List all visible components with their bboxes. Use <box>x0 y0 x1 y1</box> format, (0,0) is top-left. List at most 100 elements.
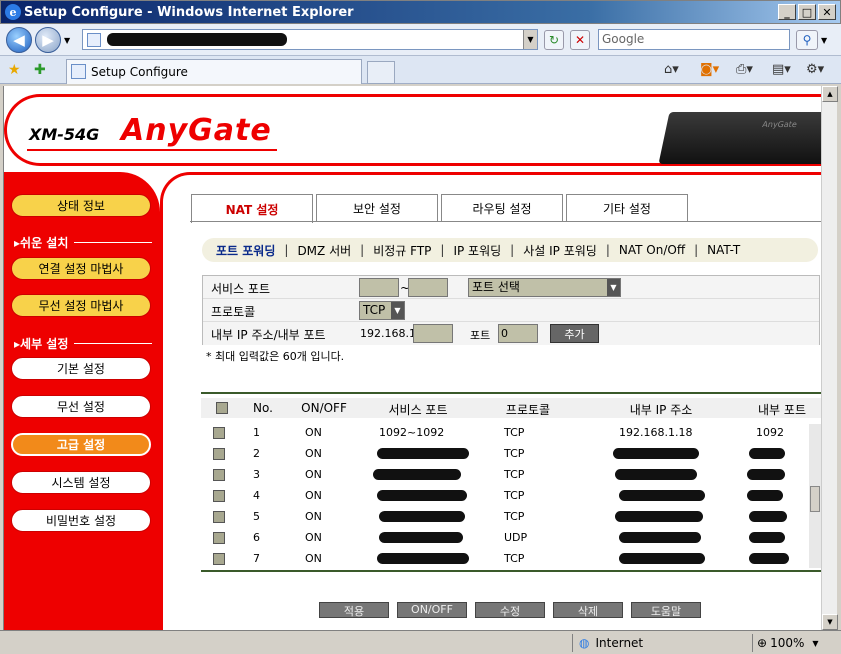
apply-button[interactable]: 적용 <box>319 602 389 618</box>
internal-port-input[interactable]: 0 <box>498 324 538 343</box>
row-checkbox[interactable] <box>213 532 225 544</box>
subnav-ftp[interactable]: 비정규 FTP <box>373 242 431 259</box>
address-dropdown-icon[interactable]: ▼ <box>523 30 537 49</box>
tab-routing[interactable]: 라우팅 설정 <box>441 194 563 221</box>
table-row[interactable]: 4 ON TCP <box>201 485 821 506</box>
table-row[interactable]: 3 ON TCP <box>201 464 821 485</box>
row-checkbox[interactable] <box>213 490 225 502</box>
cell-proto: TCP <box>504 426 525 439</box>
search-options-icon[interactable]: ▼ <box>821 36 827 45</box>
sidebar-password[interactable]: 비밀번호 설정 <box>11 509 151 532</box>
sidebar-status[interactable]: 상태 정보 <box>11 194 151 217</box>
help-button[interactable]: 도움말 <box>631 602 701 618</box>
row-checkbox[interactable] <box>213 448 225 460</box>
search-input[interactable]: Google <box>598 29 790 50</box>
page-menu-icon[interactable]: ▤▾ <box>772 62 791 77</box>
row-checkbox[interactable] <box>213 511 225 523</box>
subnav-port-forwarding[interactable]: 포트 포워딩 <box>216 242 275 259</box>
scroll-down-icon[interactable]: ▼ <box>822 614 838 630</box>
sidebar-wizard-wireless[interactable]: 무선 설정 마법사 <box>11 294 151 317</box>
delete-button[interactable]: 삭제 <box>553 602 623 618</box>
logo-underline <box>27 149 277 151</box>
row-checkbox[interactable] <box>213 469 225 481</box>
page-content: XM-54G AnyGate AnyGate 상태 정보 ▸쉬운 설치 연결 설… <box>3 86 821 630</box>
row-checkbox[interactable] <box>213 553 225 565</box>
add-favorite-icon[interactable]: ✚ <box>34 62 46 78</box>
col-protocol: 프로토콜 <box>505 403 551 417</box>
tab-security[interactable]: 보안 설정 <box>316 194 438 221</box>
cell-proto: TCP <box>504 447 525 460</box>
new-tab-button[interactable] <box>367 61 395 84</box>
table-scroll-thumb[interactable] <box>810 486 820 512</box>
cell-no: 4 <box>253 489 260 502</box>
history-dropdown-icon[interactable]: ▼ <box>64 36 70 45</box>
close-button[interactable]: ✕ <box>818 4 836 20</box>
table-row[interactable]: 2 ON TCP <box>201 443 821 464</box>
subnav-nat-t[interactable]: NAT-T <box>707 243 740 257</box>
sidebar-wizard-conn[interactable]: 연결 설정 마법사 <box>11 257 151 280</box>
col-no: No. <box>253 401 273 415</box>
protocol-label: 프로토콜 <box>211 305 256 319</box>
tab-nat[interactable]: NAT 설정 <box>191 194 313 223</box>
subnav-private-ip[interactable]: 사설 IP 포워딩 <box>523 242 597 259</box>
select-all-checkbox[interactable] <box>216 402 228 414</box>
redacted-value <box>377 490 467 501</box>
home-icon[interactable]: ⌂▾ <box>664 62 679 77</box>
protocol-select[interactable]: TCP ▼ <box>359 301 405 320</box>
sidebar-basic[interactable]: 기본 설정 <box>11 357 151 380</box>
table-row[interactable]: 7 ON TCP <box>201 548 821 569</box>
maximize-button[interactable]: □ <box>798 4 816 20</box>
subnav-nat-onoff[interactable]: NAT On/Off <box>619 243 685 257</box>
scroll-up-icon[interactable]: ▲ <box>822 86 838 102</box>
forward-button[interactable]: ▶ <box>35 27 61 53</box>
favorites-star-icon[interactable]: ★ <box>8 62 21 78</box>
router-image: AnyGate <box>658 112 821 164</box>
table-row[interactable]: 1 ON 1092~1092 TCP 192.168.1.18 1092 <box>201 422 821 443</box>
service-port-start-input[interactable] <box>359 278 399 297</box>
subnav-dmz[interactable]: DMZ 서버 <box>297 242 351 259</box>
sidebar-system[interactable]: 시스템 설정 <box>11 471 151 494</box>
cell-no: 7 <box>253 552 260 565</box>
minimize-button[interactable]: _ <box>778 4 796 20</box>
globe-icon: ◍ <box>579 636 590 650</box>
table-row[interactable]: 5 ON TCP <box>201 506 821 527</box>
edit-button[interactable]: 수정 <box>475 602 545 618</box>
cell-no: 1 <box>253 426 260 439</box>
chevron-down-icon: ▼ <box>607 279 620 296</box>
search-icon[interactable]: ⚲ <box>796 30 818 50</box>
tools-gear-icon[interactable]: ⚙▾ <box>806 62 824 77</box>
add-button[interactable]: 추가 <box>550 324 599 343</box>
browser-tab[interactable]: Setup Configure <box>66 59 362 84</box>
port-select[interactable]: 포트 선택 ▼ <box>468 278 621 297</box>
redacted-value <box>379 511 465 522</box>
zoom-panel[interactable]: ⊕ 100% ▼ <box>752 634 832 652</box>
page-icon <box>87 32 101 47</box>
zoom-level: 100% <box>770 636 805 650</box>
stop-icon[interactable]: ✕ <box>570 30 590 50</box>
back-button[interactable]: ◀ <box>6 27 32 53</box>
table-scrollbar[interactable] <box>809 424 821 568</box>
sidebar-wireless[interactable]: 무선 설정 <box>11 395 151 418</box>
row-checkbox[interactable] <box>213 427 225 439</box>
browser-tabbar: ★ ✚ Setup Configure ⌂▾ ◙▾ ⎙▾ ▤▾ ⚙▾ <box>0 56 841 84</box>
print-icon[interactable]: ⎙▾ <box>736 62 753 77</box>
subnav-ip-forwarding[interactable]: IP 포워딩 <box>453 242 501 259</box>
tab-divider <box>190 221 821 222</box>
brand-logo: AnyGate <box>121 113 272 148</box>
service-port-end-input[interactable] <box>408 278 448 297</box>
page-scrollbar[interactable]: ▲ ▼ <box>821 86 838 630</box>
feeds-icon[interactable]: ◙▾ <box>700 62 719 77</box>
cell-state: ON <box>305 468 322 481</box>
port-label: 포트 <box>470 329 491 342</box>
onoff-button[interactable]: ON/OFF <box>397 602 467 618</box>
ip-last-octet-input[interactable] <box>413 324 453 343</box>
tab-etc[interactable]: 기타 설정 <box>566 194 688 221</box>
window-title: Setup Configure - Windows Internet Explo… <box>24 4 354 20</box>
refresh-icon[interactable]: ↻ <box>544 30 564 50</box>
redacted-value <box>373 469 461 480</box>
ip-label: 내부 IP 주소/내부 포트 <box>211 328 326 342</box>
table-row[interactable]: 6 ON UDP <box>201 527 821 548</box>
zoom-dropdown-icon[interactable]: ▼ <box>812 639 818 648</box>
address-input[interactable]: ▼ <box>82 29 538 50</box>
sidebar-advanced[interactable]: 고급 설정 <box>11 433 151 456</box>
